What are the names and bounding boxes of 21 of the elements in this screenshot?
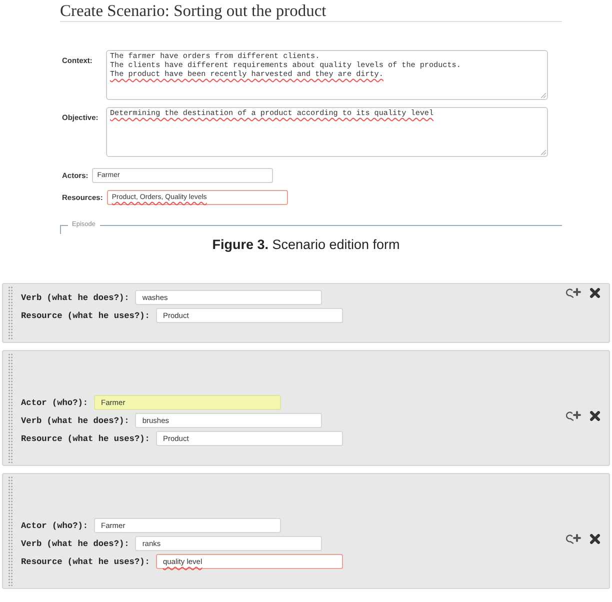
drag-handle[interactable] — [8, 353, 13, 463]
field-label: Actor (who?): — [21, 398, 88, 408]
resize-grip-icon[interactable] — [541, 93, 546, 98]
field-label: Actor (who?): — [21, 520, 88, 530]
add-icon[interactable] — [565, 410, 581, 421]
field-label: Resource (what he uses?): — [21, 556, 150, 566]
close-icon[interactable] — [590, 410, 600, 420]
close-icon[interactable] — [590, 288, 600, 298]
close-icon[interactable] — [590, 534, 600, 544]
field-label: Verb (what he does?): — [21, 292, 130, 302]
add-icon[interactable] — [565, 287, 581, 298]
field-label: Verb (what he does?): — [21, 416, 130, 426]
drag-handle[interactable] — [8, 286, 13, 340]
field-label: Verb (what he does?): — [21, 538, 130, 548]
field-label: Resource (what he uses?): — [21, 434, 150, 444]
resize-grip-icon[interactable] — [541, 150, 546, 155]
form-title: Create Scenario: Sorting out the product — [60, 1, 326, 20]
add-icon[interactable] — [565, 533, 581, 544]
figure-caption: Figure 3. Scenario edition form — [212, 237, 400, 252]
field-label: Resource (what he uses?): — [21, 310, 150, 320]
drag-handle[interactable] — [8, 476, 13, 586]
